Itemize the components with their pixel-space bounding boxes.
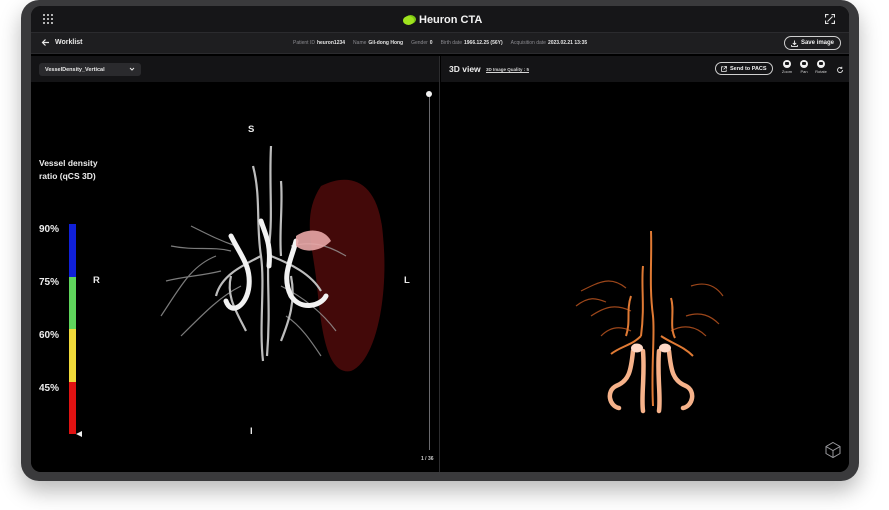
send-to-pacs-button[interactable]: Send to PACS xyxy=(715,62,773,75)
rotate-icon xyxy=(817,60,825,68)
patient-id: Patient ID heuron1234 xyxy=(293,40,346,46)
slice-slider-track[interactable] xyxy=(429,94,430,450)
3d-view-title: 3D view xyxy=(449,64,481,74)
legend-tick-75: 75% xyxy=(39,277,60,288)
view-type-value: VesselDensity_Vertical xyxy=(45,66,105,73)
app-screen: Heuron CTA Worklist Patient ID heuron1234… xyxy=(31,6,849,472)
zoom-icon xyxy=(783,60,791,68)
vessel-density-viewport[interactable]: VesselDensity_Vertical Vessel density ra… xyxy=(31,56,440,472)
tablet-frame: Heuron CTA Worklist Patient ID heuron1234… xyxy=(21,0,859,481)
rotate-label: Rotate xyxy=(815,69,827,74)
rotate-tool[interactable]: Rotate xyxy=(813,60,829,74)
legend-title: Vessel density ratio (qCS 3D) xyxy=(39,158,98,181)
external-link-icon xyxy=(721,65,727,72)
orientation-left: L xyxy=(404,275,410,286)
scale-marker[interactable] xyxy=(76,431,82,437)
acquisition-date: Acquisition date 2023.02.21 13:35 xyxy=(510,40,588,46)
vessel-3d-render xyxy=(575,230,724,414)
back-label: Worklist xyxy=(55,39,83,46)
patient-gender: Gender 0 xyxy=(411,40,433,46)
zoom-tool[interactable]: Zoom xyxy=(779,60,795,74)
3d-view-viewport[interactable]: 3D view 3D Image Quality : 5 Send to PAC… xyxy=(441,56,849,472)
patient-name: Name Gil-dong Hong xyxy=(353,40,404,46)
back-to-worklist[interactable]: Worklist xyxy=(41,38,83,47)
vessel-mip-image xyxy=(160,145,385,372)
grid-icon[interactable] xyxy=(43,14,53,24)
brand-logo-icon xyxy=(403,15,414,25)
legend-tick-45: 45% xyxy=(39,383,60,394)
app-brand: Heuron CTA xyxy=(403,13,482,27)
legend-tick-60: 60% xyxy=(39,330,60,341)
arrow-left-icon xyxy=(41,39,49,46)
download-icon xyxy=(791,40,798,47)
pan-label: Pan xyxy=(800,69,808,74)
orientation-inferior: I xyxy=(250,426,253,437)
cube-icon[interactable] xyxy=(824,441,842,459)
zoom-label: Zoom xyxy=(781,69,793,74)
view-type-select[interactable]: VesselDensity_Vertical xyxy=(39,63,141,76)
legend-tick-90: 90% xyxy=(39,224,60,235)
fullscreen-icon[interactable] xyxy=(825,14,835,24)
slice-slider-thumb[interactable] xyxy=(426,91,432,97)
app-bar: Heuron CTA xyxy=(31,6,849,32)
patient-header: Worklist Patient ID heuron1234 Name Gil-do… xyxy=(31,32,849,54)
orientation-right: R xyxy=(93,275,100,286)
reset-icon[interactable] xyxy=(836,66,844,74)
patient-birth-date: Birth date 1966.12.25 (56Y) xyxy=(440,40,503,46)
patient-info: Patient ID heuron1234 Name Gil-dong Hong G… xyxy=(293,40,587,46)
app-title: Heuron CTA xyxy=(419,14,483,26)
image-quality-link[interactable]: 3D Image Quality : 5 xyxy=(486,67,529,72)
right-toolbar: 3D view 3D Image Quality : 5 Send to PAC… xyxy=(441,56,849,82)
left-toolbar: VesselDensity_Vertical xyxy=(31,56,439,82)
pan-tool[interactable]: Pan xyxy=(796,60,812,74)
send-to-pacs-label: Send to PACS xyxy=(730,65,767,72)
slice-counter: 1 / 36 xyxy=(421,456,434,462)
chevron-down-icon xyxy=(129,67,135,71)
save-image-label: Save image xyxy=(800,40,834,46)
density-color-scale xyxy=(69,224,76,434)
save-image-button[interactable]: Save image xyxy=(783,36,841,50)
pan-icon xyxy=(800,60,808,68)
